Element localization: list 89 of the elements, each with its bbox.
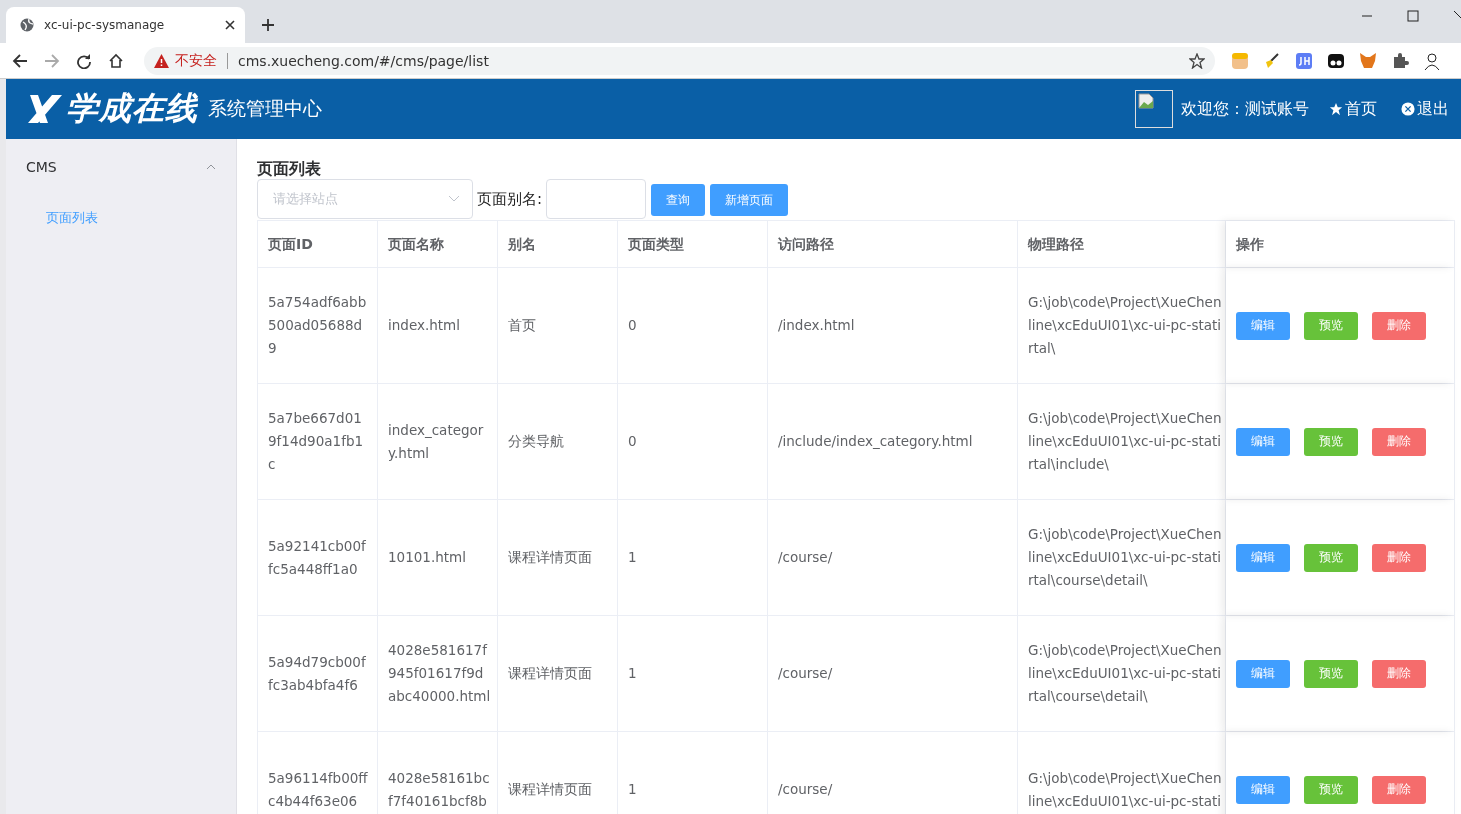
table-cell-text: 5a94d79cb00f fc3ab4bfa4f6 [268,652,366,695]
table-cell-text: index.html [388,316,460,335]
page-title: 页面列表 [257,159,322,179]
menu-label: CMS [26,159,57,175]
column-header: 操作 [1236,234,1264,254]
home-link[interactable]: 首页 [1329,98,1377,120]
profile-icon[interactable] [1423,51,1441,70]
puzzle-icon[interactable] [1391,51,1409,70]
logo-text: 学成在线 [66,88,198,129]
table-cell-text: G:\job\code\Project\XueChen line\xcEduUI01\xc-ui-pc-stati rtal\ [1028,293,1222,358]
delete-button[interactable]: 删除 [1372,775,1426,804]
table-cell-text: 0 [628,432,637,451]
alias-input-field[interactable] [546,179,647,219]
home-icon[interactable] [108,52,124,69]
table-cell-text: 4028e581617f 945f01617f9d abc40000.html [388,641,491,706]
column-header: 别名 [508,234,536,254]
chevron-down-icon [448,195,460,203]
table-cell-text: G:\job\code\Project\XueChen line\xcEduUI01\xc-ui-pc-stati rtal\include\ [1028,409,1222,474]
table-cell-text: 课程详情页面 [508,548,592,567]
table-cell-text: 4028e58161bc f7f40161bcf8b [388,768,490,811]
security-label: 不安全 [175,51,217,70]
close-circle-icon [1401,102,1415,116]
table-cell-text: 5a754adf6abb 500ad05688d 9 [268,293,367,358]
table-cell-text: G:\job\code\Project\XueChen line\xcEduUI01\xc-ui-pc-stati [1028,768,1222,811]
preview-button[interactable]: 预览 [1304,427,1358,456]
table-cell-text: 1 [628,548,637,567]
preview-button[interactable]: 预览 [1304,659,1358,688]
edit-button[interactable]: 编辑 [1236,659,1290,688]
table-cell-text: G:\job\code\Project\XueChen line\xcEduUI01\xc-ui-pc-stati rtal\course\detail\ [1028,641,1222,706]
url-text: cms.xuecheng.com/#/cms/page/list [238,52,489,69]
column-header: 页面名称 [388,234,444,254]
table-cell-text: G:\job\code\Project\XueChen line\xcEduUI01\xc-ui-pc-stati rtal\course\detail\ [1028,525,1222,590]
preview-button[interactable]: 预览 [1304,775,1358,804]
system-title: 系统管理中心 [208,96,322,121]
table-cell-text: 10101.html [388,548,466,567]
broom-icon[interactable] [1263,51,1281,70]
globe-icon [20,18,34,32]
table-cell-text: /index.html [778,316,855,335]
alias-label: 页面别名: [477,189,543,209]
menu-group[interactable]: CMS [6,139,236,195]
bookmark-star-icon[interactable] [1189,52,1205,69]
extension-icon[interactable] [1327,51,1345,70]
table-cell-text: 5a96114fb00ff c4b44f63e06 [268,768,368,811]
new-tab-icon[interactable] [261,18,275,32]
toolbar-button[interactable]: 新增页面 [710,184,789,216]
table-cell-text: 5a92141cb00f fc5a448ff1a0 [268,536,366,579]
table-cell-text: /course/ [778,548,833,567]
edit-button[interactable]: 编辑 [1236,311,1290,340]
edit-button[interactable]: 编辑 [1236,543,1290,572]
star-icon [1329,102,1343,116]
warning-icon [154,53,169,68]
logout-link[interactable]: 退出 [1401,98,1449,120]
chevron-icon [206,164,216,170]
edit-button[interactable]: 编辑 [1236,427,1290,456]
table-cell-text: 1 [628,664,637,683]
column-header: 物理路径 [1028,234,1084,254]
table-cell-text: 课程详情页面 [508,664,592,683]
table-cell-text: 0 [628,316,637,335]
table-cell-text: /include/index_category.html [778,432,973,451]
preview-button[interactable]: 预览 [1304,311,1358,340]
delete-button[interactable]: 删除 [1372,543,1426,572]
table-cell-text: 分类导航 [508,432,564,451]
reload-icon[interactable] [76,52,92,69]
table-cell-text: /course/ [778,664,833,683]
tab-title: xc-ui-pc-sysmanage [44,18,165,32]
delete-button[interactable]: 删除 [1372,659,1426,688]
table-cell-text: 首页 [508,316,536,335]
browser-tab[interactable]: xc-ui-pc-sysmanage [6,7,245,43]
table-cell-text: /course/ [778,780,833,799]
back-icon[interactable] [12,52,28,69]
broken-image-icon [1135,90,1173,128]
table-cell-text: 课程详情页面 [508,780,592,799]
delete-button[interactable]: 删除 [1372,427,1426,456]
column-header: 访问路径 [778,234,834,254]
menu-item[interactable]: 页面列表 [6,195,236,241]
table-cell-text: 1 [628,780,637,799]
table-cell-text: 5a7be667d01 9f14d90a1fb1 c [268,409,364,474]
table-cell-text: index_categor y.html [388,420,484,463]
maximize-icon[interactable] [1407,10,1419,22]
site-select[interactable]: 请选择站点 [257,179,473,219]
fox-icon[interactable] [1359,51,1377,70]
column-header: 页面ID [268,234,313,254]
preview-button[interactable]: 预览 [1304,543,1358,572]
edit-button[interactable]: 编辑 [1236,775,1290,804]
column-header: 页面类型 [628,234,684,254]
address-bar[interactable]: 不安全 cms.xuecheng.com/#/cms/page/list [144,46,1215,75]
delete-button[interactable]: 删除 [1372,311,1426,340]
welcome-text: 欢迎您：测试账号 [1181,98,1309,120]
toolbar-button[interactable]: 查询 [651,184,706,216]
